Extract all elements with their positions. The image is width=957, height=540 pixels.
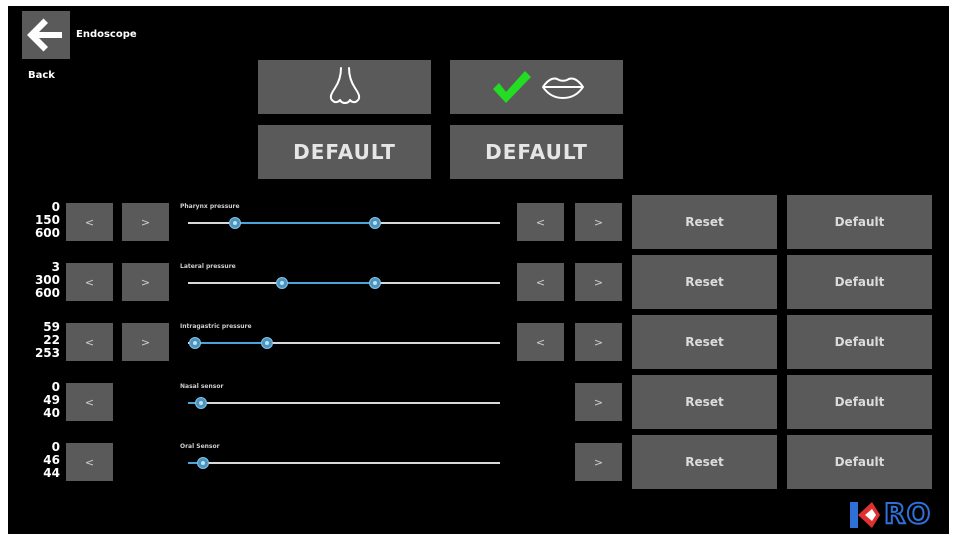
- max-value: 253: [34, 346, 60, 360]
- default-button[interactable]: Default: [787, 315, 932, 369]
- arrow-left-icon: [27, 18, 62, 52]
- back-button[interactable]: [22, 11, 70, 59]
- reset-button[interactable]: Reset: [632, 375, 777, 429]
- slider-knob[interactable]: [197, 457, 209, 469]
- decrease-button[interactable]: <: [66, 383, 113, 421]
- slider-label: Oral Sensor: [180, 443, 220, 450]
- default-button[interactable]: Default: [787, 435, 932, 489]
- logo-text: RO: [883, 496, 932, 531]
- range-increase-button[interactable]: >: [575, 203, 622, 241]
- range-decrease-button[interactable]: <: [517, 203, 564, 241]
- slider-knob-high[interactable]: [369, 277, 381, 289]
- slider-knob-high[interactable]: [261, 337, 273, 349]
- row-values: 0 150 600: [24, 201, 60, 240]
- range-decrease-button[interactable]: <: [517, 263, 564, 301]
- max-value: 44: [43, 466, 60, 480]
- reset-button[interactable]: Reset: [632, 195, 777, 249]
- decrease-button[interactable]: <: [66, 323, 113, 361]
- reset-button[interactable]: Reset: [632, 255, 777, 309]
- brand-logo: RO: [848, 496, 940, 531]
- lips-icon: [541, 77, 584, 99]
- slider-track[interactable]: [188, 462, 500, 464]
- slider-knob-high[interactable]: [369, 217, 381, 229]
- row-values: 3 300 600: [24, 261, 60, 300]
- nose-icon: [329, 67, 360, 104]
- slider-knob[interactable]: [195, 397, 207, 409]
- slider-track[interactable]: [188, 402, 500, 404]
- max-value: 40: [43, 406, 60, 420]
- endoscope-screen: Back Endoscope DEFAULT DEFAULT 0 150 600…: [8, 6, 949, 534]
- slider-label: Nasal sensor: [180, 383, 224, 390]
- oral-mode-button[interactable]: [450, 60, 623, 114]
- default-button[interactable]: Default: [787, 195, 932, 249]
- row-values: 0 46 44: [24, 441, 60, 480]
- increase-button[interactable]: >: [575, 383, 622, 421]
- slider-fill: [235, 222, 375, 224]
- reset-button[interactable]: Reset: [632, 435, 777, 489]
- nasal-default-button[interactable]: DEFAULT: [258, 125, 431, 179]
- reset-button[interactable]: Reset: [632, 315, 777, 369]
- decrease-button[interactable]: <: [66, 443, 113, 481]
- slider-knob-low[interactable]: [189, 337, 201, 349]
- increase-button[interactable]: >: [122, 323, 169, 361]
- slider-label: Pharynx pressure: [180, 203, 240, 210]
- check-icon: [492, 71, 531, 103]
- slider-fill: [195, 342, 267, 344]
- slider-fill: [282, 282, 375, 284]
- decrease-button[interactable]: <: [66, 263, 113, 301]
- max-value: 600: [34, 286, 60, 300]
- slider-label: Lateral pressure: [180, 263, 236, 270]
- decrease-button[interactable]: <: [66, 203, 113, 241]
- default-button[interactable]: Default: [787, 375, 932, 429]
- increase-button[interactable]: >: [122, 203, 169, 241]
- back-label: Back: [28, 70, 55, 81]
- increase-button[interactable]: >: [122, 263, 169, 301]
- logo-mark-icon: [850, 502, 880, 528]
- range-increase-button[interactable]: >: [575, 263, 622, 301]
- oral-default-button[interactable]: DEFAULT: [450, 125, 623, 179]
- nasal-mode-button[interactable]: [258, 60, 431, 114]
- range-increase-button[interactable]: >: [575, 323, 622, 361]
- default-button[interactable]: Default: [787, 255, 932, 309]
- slider-knob-low[interactable]: [229, 217, 241, 229]
- row-values: 59 22 253: [24, 321, 60, 360]
- range-decrease-button[interactable]: <: [517, 323, 564, 361]
- page-title: Endoscope: [76, 29, 137, 40]
- slider-knob-low[interactable]: [276, 277, 288, 289]
- row-values: 0 49 40: [24, 381, 60, 420]
- increase-button[interactable]: >: [575, 443, 622, 481]
- max-value: 600: [34, 226, 60, 240]
- slider-label: Intragastric pressure: [180, 323, 252, 330]
